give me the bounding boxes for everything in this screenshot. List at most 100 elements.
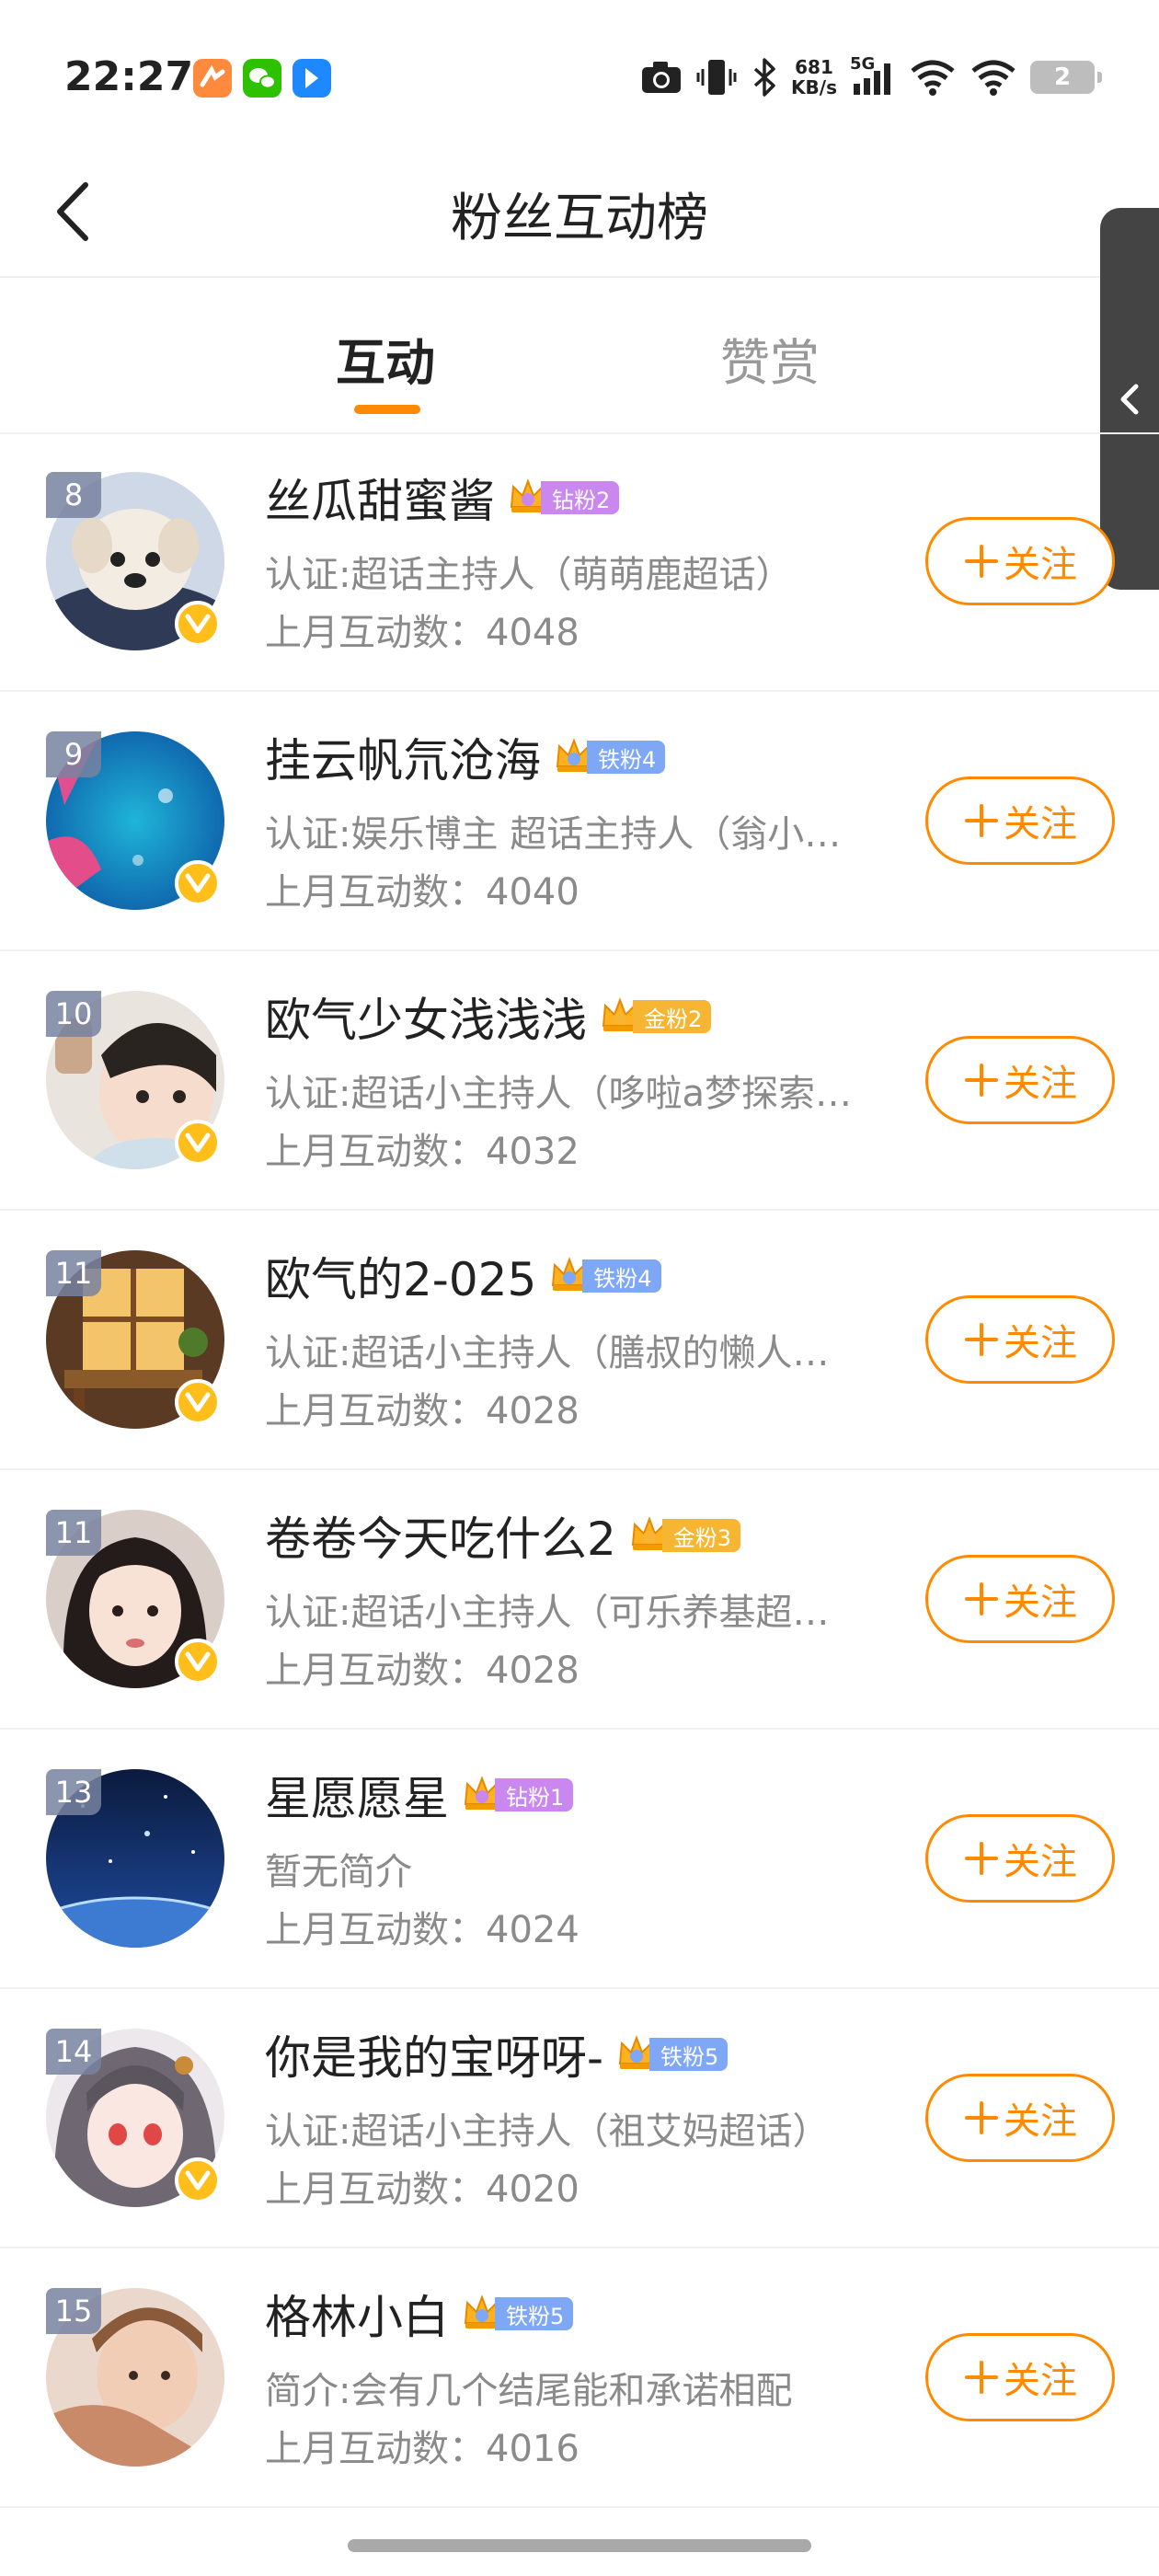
rank-badge: 11: [46, 1510, 101, 1556]
user-name[interactable]: 欧气少女浅浅浅: [265, 983, 587, 1050]
interaction-prefix: 上月互动数：: [265, 1390, 486, 1432]
interaction-count: 上月互动数：4028: [265, 1381, 580, 1434]
follow-button[interactable]: 关注: [925, 1814, 1115, 1903]
user-name[interactable]: 卷卷今天吃什么2: [265, 1502, 616, 1569]
page-title: 粉丝互动榜: [451, 189, 708, 248]
avatar-container[interactable]: 10: [46, 991, 224, 1169]
fan-row[interactable]: 11 欧气的2-025 铁粉4 认证:超话小主持人（膳叔的懒人… 上月互动数：4028 关…: [0, 1211, 1159, 1470]
fan-row[interactable]: 10 欧气少女浅浅浅 金粉2 认证:超话小主持人（哆啦a梦探索… 上月互动数：4032 关…: [0, 951, 1159, 1211]
nav-bar: 粉丝互动榜: [0, 147, 1159, 278]
fan-level-label: 铁粉5: [649, 2038, 729, 2071]
wechat-icon: [243, 59, 281, 98]
interaction-value: 4016: [486, 2428, 580, 2470]
blue-app-icon: [293, 59, 331, 98]
verified-badge-icon: [175, 601, 221, 647]
avatar-container[interactable]: 11: [46, 1510, 224, 1688]
orange-app-icon: [193, 59, 232, 98]
plus-icon: [965, 1064, 998, 1097]
follow-button[interactable]: 关注: [925, 517, 1115, 605]
interaction-prefix: 上月互动数：: [265, 1650, 486, 1692]
avatar-container[interactable]: 9: [46, 731, 224, 910]
tab-bar: 互动 赞赏: [0, 276, 1159, 434]
follow-button[interactable]: 关注: [925, 1555, 1115, 1643]
user-description: 认证:超话主持人（萌萌鹿超话）: [265, 554, 793, 596]
avatar-container[interactable]: 13: [46, 1769, 224, 1948]
interaction-value: 4040: [486, 871, 580, 914]
interaction-prefix: 上月互动数：: [265, 2428, 486, 2470]
follow-button[interactable]: 关注: [925, 1036, 1115, 1124]
follow-button[interactable]: 关注: [925, 2074, 1115, 2162]
fan-list: 8 丝瓜甜蜜酱 钻粉2 认证:超话主持人（萌萌鹿超话） 上月互动数：4048 关注 9 挂云帆…: [0, 432, 1159, 2508]
name-line: 欧气的2-025 铁粉4: [265, 1244, 661, 1308]
follow-button[interactable]: 关注: [925, 1295, 1115, 1384]
wifi-icon-2: [970, 58, 1017, 97]
fan-row[interactable]: 13 星愿愿星 钻粉1 暂无简介 上月互动数：4024 关注: [0, 1730, 1159, 1989]
rank-badge: 9: [46, 731, 101, 777]
plus-icon: [965, 1842, 998, 1875]
follow-label: 关注: [1004, 1841, 1077, 1883]
interaction-count: 上月互动数：4048: [265, 603, 580, 656]
rank-badge: 10: [46, 991, 101, 1037]
fan-row[interactable]: 11 卷卷今天吃什么2 金粉3 认证:超话小主持人（可乐养基超… 上月互动数：4028 关…: [0, 1470, 1159, 1730]
user-name[interactable]: 星愿愿星: [265, 1762, 449, 1828]
avatar-container[interactable]: 8: [46, 472, 224, 650]
status-time: 22:27: [64, 53, 194, 100]
user-description: 认证:超话小主持人（祖艾妈超话）: [265, 2110, 830, 2153]
fan-row[interactable]: 15 格林小白 铁粉5 简介:会有几个结尾能和承诺相配 上月互动数：4016 关注: [0, 2248, 1159, 2508]
tab-reward[interactable]: 赞赏: [720, 322, 820, 395]
home-indicator[interactable]: [348, 2539, 811, 2552]
interaction-count: 上月互动数：4020: [265, 2159, 580, 2213]
verified-badge-icon: [175, 2157, 221, 2203]
user-name[interactable]: 格林小白: [265, 2281, 449, 2347]
fan-row[interactable]: 8 丝瓜甜蜜酱 钻粉2 认证:超话主持人（萌萌鹿超话） 上月互动数：4048 关注: [0, 432, 1159, 692]
signal-label: 5G: [850, 54, 876, 74]
fan-level-label: 金粉3: [661, 1519, 741, 1552]
name-line: 你是我的宝呀呀- 铁粉5: [265, 2021, 729, 2087]
tab-indicator: [354, 405, 420, 414]
follow-label: 关注: [1004, 1581, 1077, 1624]
user-name[interactable]: 你是我的宝呀呀-: [265, 2021, 603, 2087]
battery-level: 2: [1053, 63, 1072, 91]
user-name[interactable]: 挂云帆氘沧海: [265, 724, 541, 790]
follow-button[interactable]: 关注: [925, 2333, 1115, 2421]
fan-level-label: 铁粉4: [587, 741, 666, 774]
user-description: 认证:超话小主持人（哆啦a梦探索…: [265, 1073, 852, 1115]
fan-row[interactable]: 14 你是我的宝呀呀- 铁粉5 认证:超话小主持人（祖艾妈超话） 上月互动数：4020 关…: [0, 1989, 1159, 2248]
wifi-icon: [909, 58, 957, 97]
net-speed-value: 681: [795, 56, 833, 78]
user-description: 认证:超话小主持人（膳叔的懒人…: [265, 1332, 830, 1374]
interaction-value: 4048: [486, 612, 580, 654]
avatar-container[interactable]: 14: [46, 2029, 224, 2207]
name-line: 欧气少女浅浅浅 金粉2: [265, 983, 712, 1050]
name-line: 挂云帆氘沧海 铁粉4: [265, 724, 666, 790]
interaction-count: 上月互动数：4032: [265, 1121, 580, 1175]
avatar-container[interactable]: 15: [46, 2288, 224, 2467]
status-icons: 681 KB/s 5G 2: [640, 52, 1102, 103]
plus-icon: [965, 1582, 998, 1616]
rank-badge: 13: [46, 1769, 101, 1815]
avatar-container[interactable]: 11: [46, 1250, 224, 1429]
fan-level-tag: 铁粉4: [554, 737, 666, 777]
fan-level-tag: 铁粉5: [462, 2294, 574, 2334]
follow-label: 关注: [1004, 803, 1077, 845]
fan-level-tag: 钻粉1: [462, 1775, 574, 1815]
fan-level-tag: 铁粉5: [616, 2034, 729, 2075]
fan-row[interactable]: 9 挂云帆氘沧海 铁粉4 认证:娱乐博主 超话主持人（翁小… 上月互动数：4040 关注: [0, 692, 1159, 951]
battery-icon: 2: [1030, 61, 1102, 94]
tab-interaction[interactable]: 互动: [336, 322, 435, 395]
user-name[interactable]: 丝瓜甜蜜酱: [265, 465, 495, 531]
user-name[interactable]: 欧气的2-025: [265, 1243, 536, 1309]
fan-level-tag: 钻粉2: [508, 477, 620, 518]
user-description: 认证:娱乐博主 超话主持人（翁小…: [265, 813, 842, 856]
rank-badge: 8: [46, 472, 101, 518]
follow-button[interactable]: 关注: [925, 776, 1115, 865]
fan-level-label: 铁粉4: [582, 1259, 661, 1293]
interaction-prefix: 上月互动数：: [265, 1909, 486, 1951]
plus-icon: [965, 804, 998, 837]
plus-icon: [965, 2101, 998, 2134]
interaction-prefix: 上月互动数：: [265, 2168, 486, 2211]
fan-level-label: 钻粉2: [541, 481, 620, 514]
user-description: 暂无简介: [265, 1851, 412, 1893]
fan-level-tag: 铁粉4: [549, 1256, 661, 1296]
interaction-prefix: 上月互动数：: [265, 871, 486, 914]
